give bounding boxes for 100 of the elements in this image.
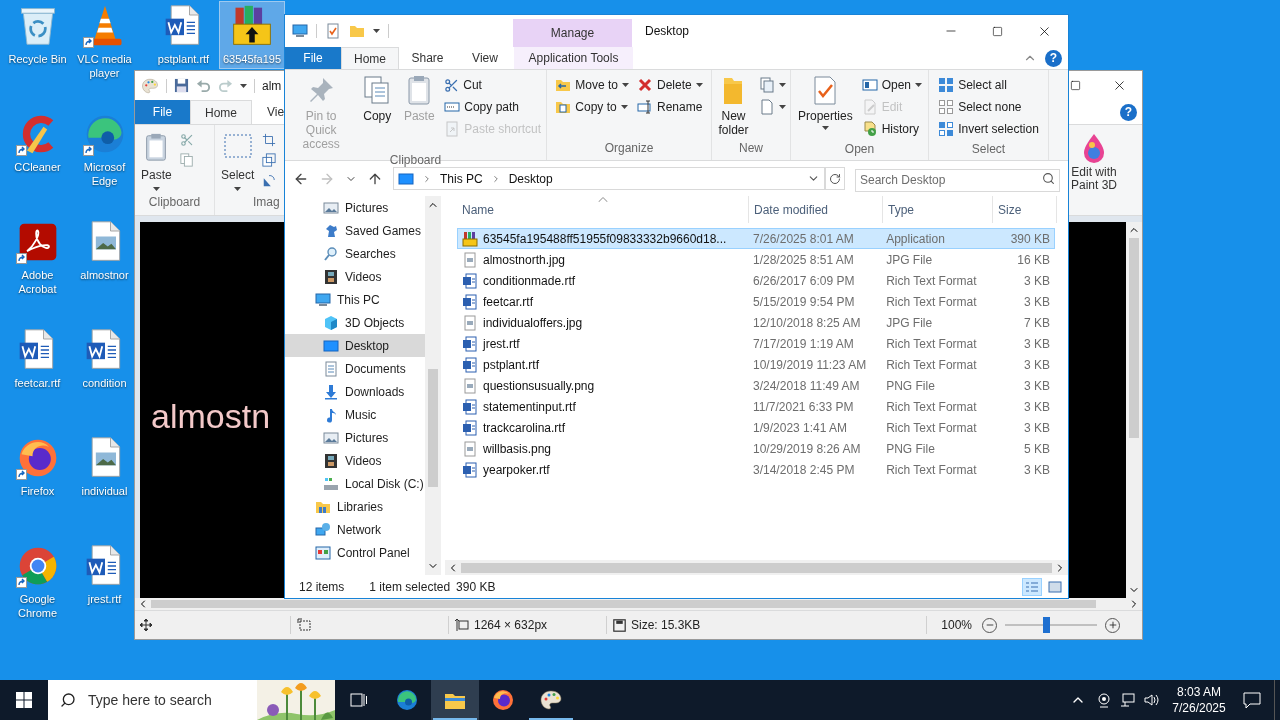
nav-item[interactable]: Libraries: [285, 495, 425, 518]
nav-item[interactable]: 3D Objects: [285, 311, 425, 334]
scissors-icon: [179, 133, 194, 147]
type-cell-text: PNG File: [885, 377, 936, 395]
breadcrumb[interactable]: Desktop: [508, 169, 553, 188]
nav-item[interactable]: Network: [285, 518, 425, 541]
document-icon: [462, 461, 478, 478]
ribbon-tab[interactable]: Share: [399, 47, 456, 69]
maximize-icon: [992, 25, 1003, 37]
refresh-button[interactable]: [825, 167, 845, 190]
help-button[interactable]: ?: [1120, 104, 1137, 121]
nav-item[interactable]: Control Panel: [285, 541, 425, 564]
ribbon-tab[interactable]: Home: [190, 100, 252, 124]
breadcrumb[interactable]: This PC: [440, 169, 483, 188]
file-tab[interactable]: File: [135, 100, 190, 124]
ribbon-tab[interactable]: Vie: [252, 100, 286, 124]
file-row[interactable]: statementinput.rtf 11/7/2021 6:33 PM Rich Text Format 3 KB: [457, 396, 1055, 417]
nav-item[interactable]: Videos: [285, 265, 425, 288]
file-row[interactable]: pstplant.rtf 10/19/2019 11:23 AM Rich Text Format 3 KB: [457, 354, 1055, 375]
horizontal-scrollbar[interactable]: [445, 560, 1068, 575]
rotate-icon: [262, 173, 277, 187]
history-icon: [861, 121, 878, 137]
search-icon: [60, 692, 76, 708]
select-button[interactable]: Select: [219, 131, 257, 191]
ribbon-button[interactable]: Invert selection: [936, 118, 1041, 140]
nav-item[interactable]: Searches: [285, 242, 425, 265]
scrollbar-thumb[interactable]: [428, 369, 438, 487]
ribbon-button[interactable]: Copy: [358, 74, 397, 123]
column-header[interactable]: Name: [457, 196, 749, 223]
group-label: Organize: [603, 140, 655, 157]
column-header[interactable]: Date modified: [749, 196, 883, 223]
help-button[interactable]: ?: [1045, 49, 1062, 67]
file-tab[interactable]: File: [285, 47, 341, 69]
nav-item[interactable]: Saved Games: [285, 219, 425, 242]
group-label: New: [738, 140, 764, 157]
details-view-button[interactable]: [1022, 577, 1042, 596]
group-label: Imag: [252, 194, 281, 211]
ribbon-button[interactable]: Copy to: [553, 96, 631, 118]
window-title: alm: [262, 77, 282, 95]
ribbon-button[interactable]: Select none: [936, 96, 1041, 118]
file-row[interactable]: individualoffers.jpg 12/10/2018 8:25 AM JPG File 7 KB: [457, 312, 1055, 333]
invert-selection-icon: [938, 121, 955, 137]
file-row[interactable]: almostnorth.jpg 1/28/2025 8:51 AM JPG File 16 KB: [457, 249, 1055, 270]
file-name: statementinput.rtf: [483, 398, 576, 416]
file-row[interactable]: 63545fa195488ff51955f09833332b9660d18... 7/26/2025 8:01 AM Application 390 KB: [457, 228, 1055, 249]
ribbon-button[interactable]: Select all: [936, 74, 1041, 96]
nav-item[interactable]: Downloads: [285, 380, 425, 403]
taskbar-app[interactable]: [431, 680, 479, 720]
network-icon: [315, 521, 331, 538]
context-tab[interactable]: Application Tools: [514, 47, 633, 69]
ribbon-button[interactable]: History: [859, 118, 925, 140]
ribbon-tab[interactable]: Home: [341, 47, 399, 69]
crop-icon: [262, 133, 277, 147]
scrollbar-thumb[interactable]: [461, 562, 1052, 573]
ribbon-button[interactable]: Rename: [635, 96, 705, 118]
zoom-slider[interactable]: [1005, 617, 1097, 633]
move-folder-icon: [555, 77, 572, 93]
file-row[interactable]: feetcar.rtf 5/15/2019 9:54 PM Rich Text Format 3 KB: [457, 291, 1055, 312]
type-cell-text: Rich Text Format: [885, 356, 978, 374]
page-icon: [758, 99, 775, 115]
file-row[interactable]: trackcarolina.rtf 1/9/2023 1:41 AM Rich Text Format 3 KB: [457, 417, 1055, 438]
vertical-scrollbar[interactable]: [425, 196, 441, 575]
group-label: Clipboard: [388, 152, 443, 169]
column-header[interactable]: Size: [993, 196, 1057, 223]
clock[interactable]: 8:03 AM 7/26/2025: [1168, 680, 1230, 720]
nav-item[interactable]: Desktop: [285, 334, 425, 357]
ribbon-button[interactable]: Properties: [794, 74, 856, 130]
ribbon-button[interactable]: Move to: [553, 74, 631, 96]
nav-item[interactable]: Documents: [285, 357, 425, 380]
ribbon-button[interactable]: Delete: [635, 74, 705, 96]
search-field[interactable]: Search Desktop: [855, 168, 1060, 192]
nav-item[interactable]: Videos: [285, 449, 425, 472]
scrollbar-thumb[interactable]: [151, 600, 1096, 608]
ribbon-button[interactable]: Cut: [442, 74, 543, 96]
slider-thumb[interactable]: [1043, 617, 1051, 633]
address-bar[interactable]: This PC Desktop: [393, 167, 825, 190]
file-row[interactable]: yearpoker.rtf 3/14/2018 2:45 PM Rich Text Format 3 KB: [457, 459, 1055, 480]
ribbon-button[interactable]: Copy path: [442, 96, 543, 118]
nav-item[interactable]: Local Disk (C:): [285, 472, 425, 495]
pictures-icon: [323, 429, 339, 446]
ribbon-button[interactable]: Open: [859, 74, 925, 96]
ribbon-button[interactable]: New folder: [714, 74, 753, 137]
file-row[interactable]: willbasis.png 10/29/2019 8:26 AM PNG File 5 KB: [457, 438, 1055, 459]
scrollbar-thumb[interactable]: [1129, 238, 1139, 438]
file-row[interactable]: conditionmade.rtf 6/26/2017 6:09 PM Rich Text Format 3 KB: [457, 270, 1055, 291]
file-row[interactable]: questionsusually.png 3/24/2018 11:49 AM PNG File 3 KB: [457, 375, 1055, 396]
column-header[interactable]: Type: [883, 196, 993, 223]
search-field[interactable]: Type here to search: [48, 680, 257, 720]
file-row[interactable]: jrest.rtf 7/17/2019 1:19 AM Rich Text Format 3 KB: [457, 333, 1055, 354]
size-cell-text: 3 KB: [1023, 272, 1051, 290]
size-cell-text: 3 KB: [1023, 377, 1051, 395]
paste-button[interactable]: Paste: [139, 131, 174, 191]
nav-item[interactable]: Pictures: [285, 196, 425, 219]
nav-item[interactable]: Pictures: [285, 426, 425, 449]
nav-item[interactable]: Music: [285, 403, 425, 426]
vertical-scrollbar[interactable]: [1126, 222, 1142, 598]
nav-item[interactable]: This PC: [285, 288, 425, 311]
ribbon-tab[interactable]: View: [456, 47, 514, 69]
windows-logo-icon: [16, 692, 32, 708]
image-file-icon: [462, 251, 478, 268]
